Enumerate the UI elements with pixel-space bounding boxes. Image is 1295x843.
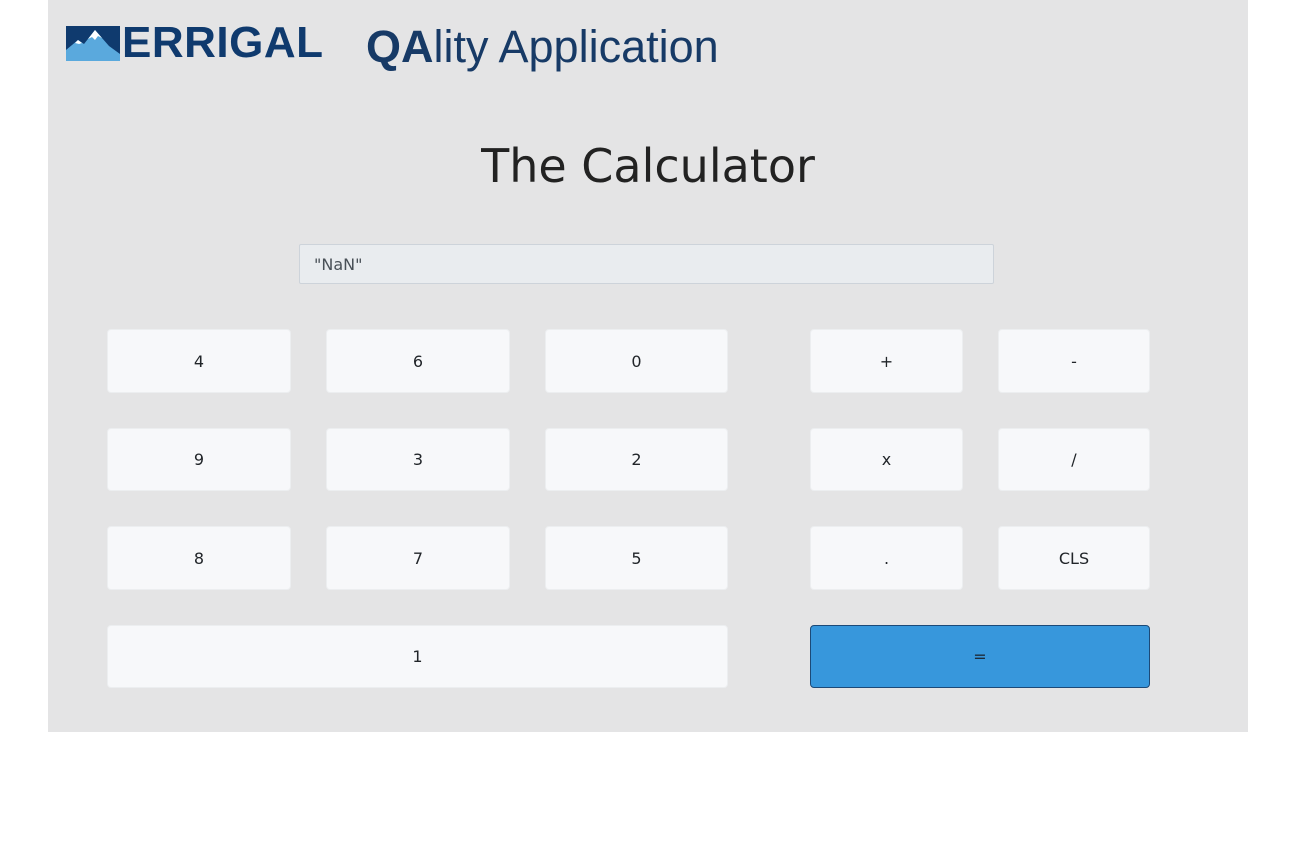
digit-button-8[interactable]: 8 bbox=[107, 526, 291, 590]
mountain-icon bbox=[66, 26, 120, 61]
calculator-page: ERRIGAL QAlity Application The Calculato… bbox=[48, 0, 1248, 732]
decimal-button[interactable]: . bbox=[810, 526, 963, 590]
multiply-button[interactable]: x bbox=[810, 428, 963, 491]
app-title-qa: QA bbox=[366, 21, 434, 72]
digit-button-7[interactable]: 7 bbox=[326, 526, 510, 590]
equals-button[interactable]: = bbox=[810, 625, 1150, 688]
digit-button-4[interactable]: 4 bbox=[107, 329, 291, 393]
calculator-display[interactable]: "NaN" bbox=[299, 244, 994, 284]
digit-button-5[interactable]: 5 bbox=[545, 526, 728, 590]
header: ERRIGAL QAlity Application bbox=[66, 18, 766, 74]
errigal-logo: ERRIGAL bbox=[66, 18, 328, 67]
digit-button-9[interactable]: 9 bbox=[107, 428, 291, 491]
digit-button-6[interactable]: 6 bbox=[326, 329, 510, 393]
app-title: QAlity Application bbox=[366, 21, 719, 73]
digit-button-0[interactable]: 0 bbox=[545, 329, 728, 393]
logo-text: ERRIGAL bbox=[122, 18, 324, 67]
add-button[interactable]: + bbox=[810, 329, 963, 393]
digit-button-3[interactable]: 3 bbox=[326, 428, 510, 491]
calculator-title: The Calculator bbox=[481, 139, 815, 193]
app-title-rest: lity Application bbox=[433, 21, 719, 72]
subtract-button[interactable]: - bbox=[998, 329, 1150, 393]
digit-button-2[interactable]: 2 bbox=[545, 428, 728, 491]
divide-button[interactable]: / bbox=[998, 428, 1150, 491]
digit-button-1[interactable]: 1 bbox=[107, 625, 728, 688]
clear-button[interactable]: CLS bbox=[998, 526, 1150, 590]
